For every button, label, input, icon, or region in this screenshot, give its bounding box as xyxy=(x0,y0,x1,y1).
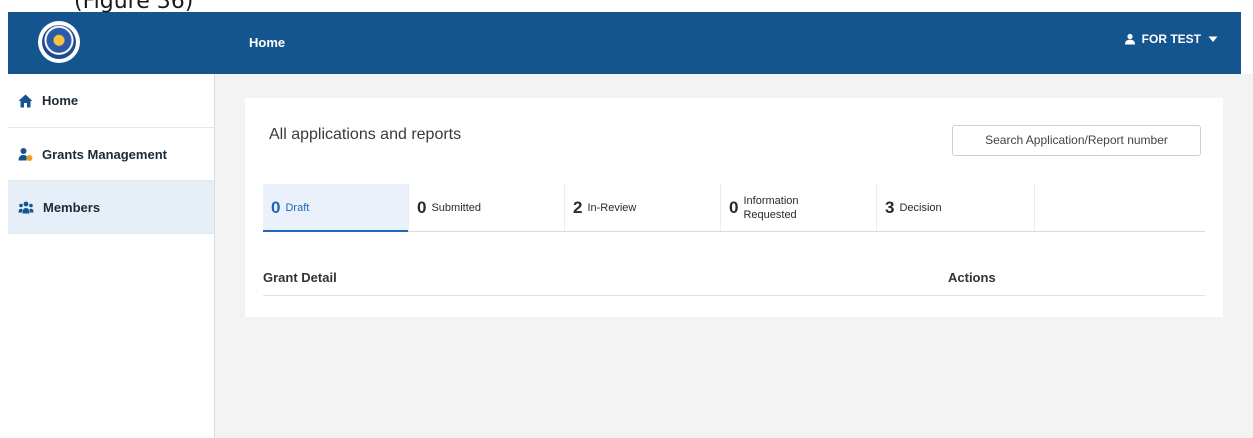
user-menu-button[interactable]: FOR TEST xyxy=(1124,32,1219,46)
members-icon xyxy=(18,201,34,213)
page-title: Home xyxy=(249,35,286,50)
tab-count: 3 xyxy=(885,197,895,217)
tab-label: Draft xyxy=(285,201,310,214)
tab-count: 0 xyxy=(271,197,281,217)
sidebar-item-grants-management[interactable]: Grants Management xyxy=(8,128,214,181)
tab-draft[interactable]: 0 Draft xyxy=(263,184,409,232)
user-name: FOR TEST xyxy=(1141,32,1201,46)
tab-count: 2 xyxy=(573,197,583,217)
column-header-actions: Actions xyxy=(948,270,996,285)
tab-empty xyxy=(1035,184,1205,231)
grant-table-header: Grant Detail Actions xyxy=(263,258,1205,296)
tab-decision[interactable]: 3 Decision xyxy=(877,184,1035,231)
applications-card: All applications and reports Search Appl… xyxy=(245,98,1223,317)
sidebar-item-home[interactable]: Home xyxy=(8,74,214,128)
app-page: Home FOR TEST Home Grants Management Mem… xyxy=(0,0,1253,438)
top-navigation-bar: Home FOR TEST xyxy=(8,12,1241,74)
tab-submitted[interactable]: 0 Submitted xyxy=(409,184,565,231)
tab-count: 0 xyxy=(417,197,427,217)
tab-label: Submitted xyxy=(431,201,481,214)
seal-emblem xyxy=(42,25,76,59)
user-icon xyxy=(1124,33,1135,45)
tab-label: Information Requested xyxy=(743,194,799,221)
figure-caption: (Figure 36) xyxy=(74,0,194,14)
tab-count: 0 xyxy=(729,197,739,217)
status-tabs: 0 Draft 0 Submitted 2 In-Review 0 Inform… xyxy=(263,184,1205,232)
state-seal-logo[interactable] xyxy=(38,21,80,63)
tab-label: In-Review xyxy=(587,201,637,214)
chevron-down-icon xyxy=(1208,36,1218,42)
home-icon xyxy=(18,94,33,107)
sidebar-item-members[interactable]: Members xyxy=(8,181,214,234)
search-application-button[interactable]: Search Application/Report number xyxy=(952,125,1201,156)
grants-user-icon xyxy=(18,147,33,161)
column-header-grant-detail: Grant Detail xyxy=(263,270,337,285)
sidebar-item-label: Home xyxy=(42,93,79,108)
tab-information-requested[interactable]: 0 Information Requested xyxy=(721,184,877,231)
tab-in-review[interactable]: 2 In-Review xyxy=(565,184,721,231)
sidebar-item-label: Members xyxy=(43,199,101,215)
section-title: All applications and reports xyxy=(269,126,462,143)
main-content: All applications and reports Search Appl… xyxy=(215,74,1253,438)
sidebar: Home Grants Management Members xyxy=(8,74,215,438)
sidebar-item-label: Grants Management xyxy=(42,146,167,162)
tab-label: Decision xyxy=(899,201,942,214)
